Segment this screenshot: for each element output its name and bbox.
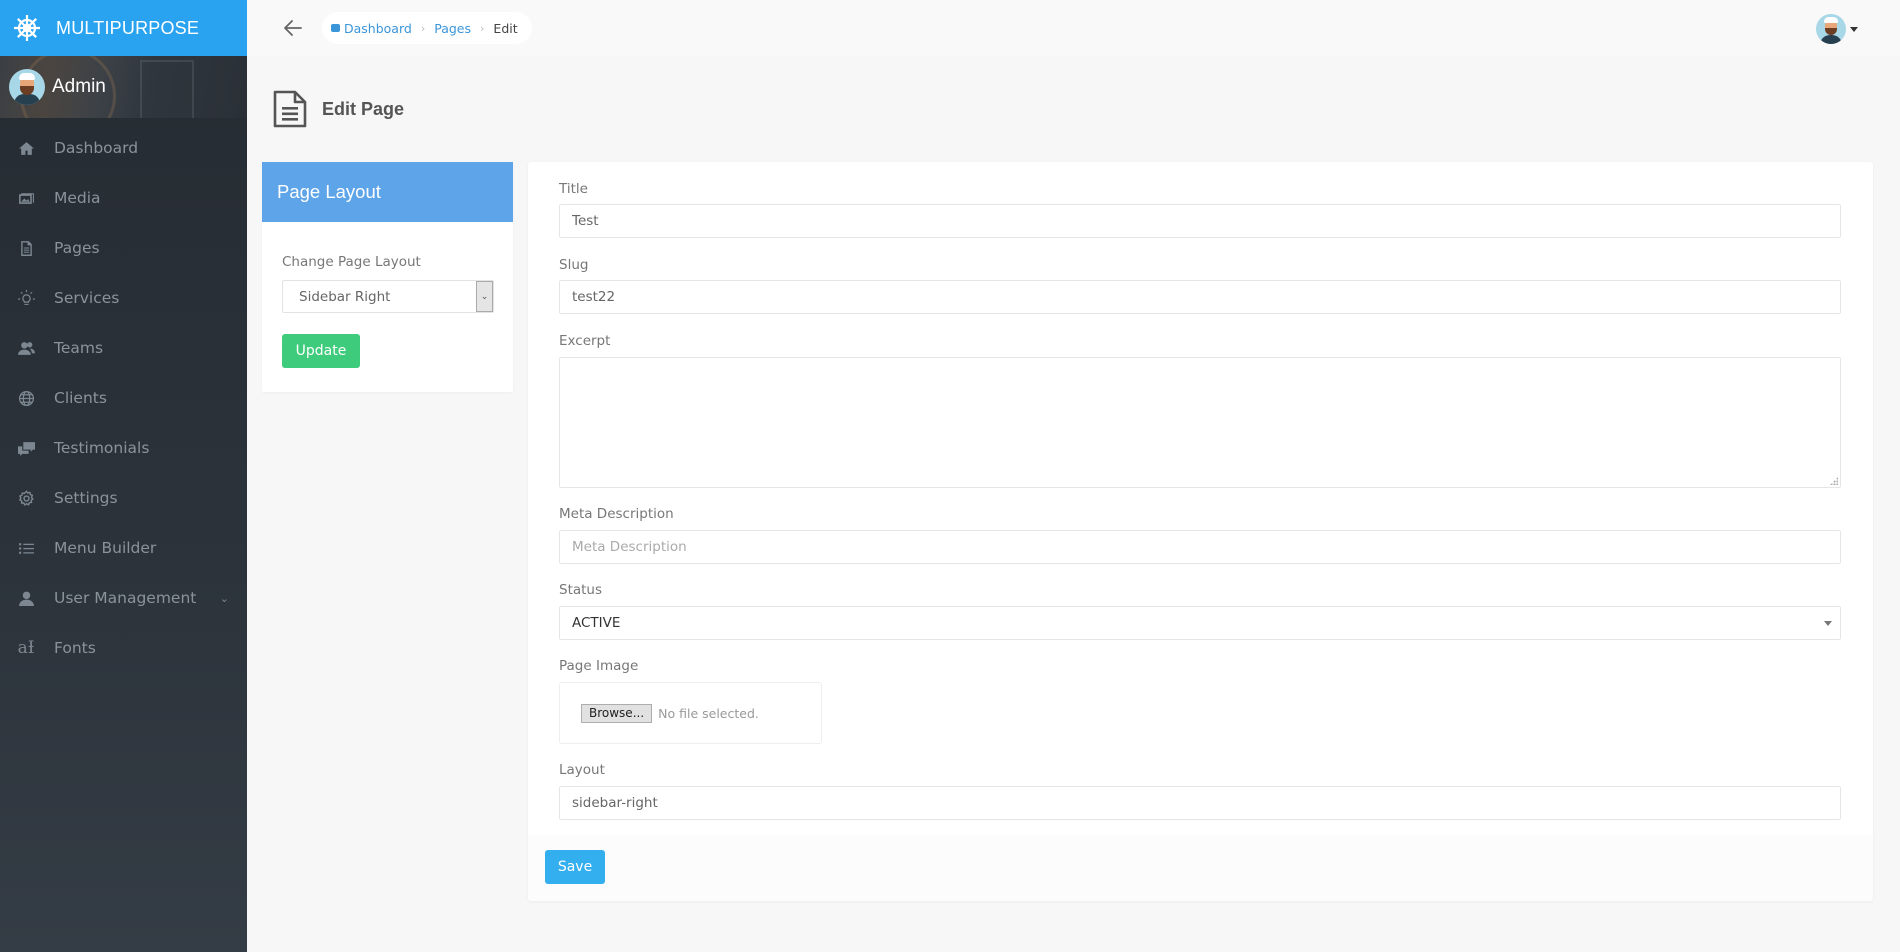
form-footer: Save <box>528 835 1873 901</box>
users-icon <box>17 339 35 357</box>
user-icon <box>17 589 35 607</box>
chevron-right-icon: › <box>420 21 426 35</box>
dashboard-icon <box>331 24 340 32</box>
sidebar-item-label: Pages <box>54 239 100 257</box>
globe-icon <box>17 389 35 407</box>
status-label: Status <box>559 582 603 598</box>
home-icon <box>17 139 35 157</box>
user-menu[interactable] <box>1816 14 1858 44</box>
sidebar-item-user-management[interactable]: User Management ⌄ <box>0 573 247 623</box>
sidebar-item-label: User Management <box>54 589 197 607</box>
page-header: Edit Page <box>273 90 404 128</box>
lightbulb-icon <box>17 289 35 307</box>
page-image-upload: Browse... No file selected. <box>559 682 822 744</box>
meta-description-label: Meta Description <box>559 506 674 522</box>
sidebar-item-testimonials[interactable]: Testimonials <box>0 423 247 473</box>
status-select[interactable]: ACTIVE <box>559 606 1841 640</box>
brand-bar[interactable]: MULTIPURPOSE <box>0 0 247 56</box>
sidebar-item-label: Testimonials <box>54 439 150 457</box>
images-icon <box>17 189 35 207</box>
excerpt-label: Excerpt <box>559 333 611 349</box>
page-title: Edit Page <box>322 98 405 119</box>
sidebar-item-label: Fonts <box>54 639 96 657</box>
breadcrumb-pages[interactable]: Pages <box>434 21 471 36</box>
sidebar-item-label: Services <box>54 289 120 307</box>
sidebar-item-label: Dashboard <box>54 139 139 157</box>
page-image-label: Page Image <box>559 658 639 674</box>
list-icon <box>17 539 35 557</box>
sidebar-item-settings[interactable]: Settings <box>0 473 247 523</box>
sidebar-nav: Dashboard Media Pages Services Teams Cli… <box>0 123 247 673</box>
sidebar-item-media[interactable]: Media <box>0 173 247 223</box>
layout-label: Layout <box>559 762 605 778</box>
meta-description-input[interactable] <box>559 530 1841 564</box>
gear-icon <box>17 489 35 507</box>
update-button[interactable]: Update <box>282 334 360 368</box>
breadcrumb-current: Edit <box>493 20 518 36</box>
sidebar-item-teams[interactable]: Teams <box>0 323 247 373</box>
file-status: No file selected. <box>658 705 759 721</box>
chevron-right-icon: › <box>480 21 485 35</box>
breadcrumb-dashboard[interactable]: Dashboard <box>344 21 412 36</box>
user-name: Admin <box>52 76 106 97</box>
file-text-icon <box>17 239 35 257</box>
edit-page-form: Title Test Slug test22 Excerpt Meta Desc… <box>528 162 1873 901</box>
status-value: ACTIVE <box>572 615 621 631</box>
title-input[interactable]: Test <box>559 204 1841 238</box>
layout-select[interactable]: Sidebar Right ⌄ <box>282 280 494 313</box>
sidebar-item-label: Settings <box>54 489 118 507</box>
avatar[interactable] <box>1816 14 1846 44</box>
brand-name: MULTIPURPOSE <box>56 17 200 38</box>
chevron-down-icon[interactable]: ⌄ <box>220 592 229 605</box>
resize-handle-icon[interactable] <box>1830 477 1838 485</box>
sidebar-item-label: Menu Builder <box>54 539 157 557</box>
user-banner: Admin <box>0 56 247 118</box>
chevron-down-icon[interactable]: ⌄ <box>476 281 493 312</box>
sidebar-item-pages[interactable]: Pages <box>0 223 247 273</box>
save-button[interactable]: Save <box>545 850 605 884</box>
sidebar: MULTIPURPOSE Admin Dashboard Media Pages… <box>0 0 247 952</box>
caret-down-icon <box>1824 621 1832 626</box>
topbar: Dashboard › Pages › Edit <box>247 0 1900 56</box>
layout-input[interactable]: sidebar-right <box>559 786 1841 820</box>
sidebar-item-menu-builder[interactable]: Menu Builder <box>0 523 247 573</box>
sidebar-item-fonts[interactable]: aƗ Fonts <box>0 623 247 673</box>
slug-label: Slug <box>559 257 589 273</box>
page-layout-card: Page Layout Change Page Layout Sidebar R… <box>262 162 513 392</box>
caret-down-icon <box>1850 26 1858 32</box>
comments-icon <box>17 439 35 457</box>
page-layout-title: Page Layout <box>262 162 513 222</box>
sidebar-item-dashboard[interactable]: Dashboard <box>0 123 247 173</box>
title-label: Title <box>559 181 588 197</box>
slug-input[interactable]: test22 <box>559 280 1841 314</box>
sidebar-item-label: Clients <box>54 389 107 407</box>
ship-wheel-icon <box>14 15 40 41</box>
change-layout-label: Change Page Layout <box>282 254 421 270</box>
file-text-icon <box>273 90 307 128</box>
sidebar-item-clients[interactable]: Clients <box>0 373 247 423</box>
sidebar-item-label: Media <box>54 189 101 207</box>
browse-button[interactable]: Browse... <box>581 703 653 723</box>
avatar[interactable] <box>9 69 45 105</box>
back-arrow-icon[interactable] <box>281 16 305 40</box>
excerpt-textarea[interactable] <box>559 357 1841 488</box>
breadcrumb: Dashboard › Pages › Edit <box>322 12 532 44</box>
sidebar-item-services[interactable]: Services <box>0 273 247 323</box>
layout-select-value: Sidebar Right <box>299 288 391 305</box>
sidebar-item-label: Teams <box>54 339 104 357</box>
font-icon: aƗ <box>17 638 35 658</box>
